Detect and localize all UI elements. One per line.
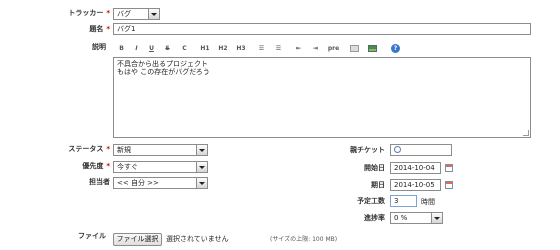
image-button[interactable] xyxy=(368,45,377,52)
heading3-button[interactable]: H3 xyxy=(235,44,247,54)
assignee-label: 担当者 xyxy=(89,178,110,186)
done-ratio-select[interactable]: 0 % xyxy=(390,212,443,224)
heading1-button[interactable]: H1 xyxy=(199,44,211,54)
unordered-list-button[interactable]: ☰ xyxy=(257,44,266,54)
done-ratio-value: 0 % xyxy=(394,214,408,222)
outdent-button[interactable]: ⇤ xyxy=(294,44,303,54)
chevron-down-icon xyxy=(196,162,207,172)
choose-file-button[interactable]: ファイル選択 xyxy=(113,233,162,246)
parent-ticket-label: 親チケット xyxy=(350,146,385,154)
search-icon xyxy=(394,146,401,153)
priority-label: 優先度 * xyxy=(82,162,110,170)
tracker-value: バグ xyxy=(117,10,131,18)
due-date-label: 期日 xyxy=(371,181,385,189)
priority-select[interactable]: 今すぐ xyxy=(113,161,208,173)
indent-button[interactable]: ⇥ xyxy=(311,44,320,54)
resize-handle[interactable] xyxy=(523,130,529,136)
status-select[interactable]: 新規 xyxy=(113,144,208,156)
description-label: 説明 xyxy=(92,43,106,51)
done-ratio-label: 進捗率 xyxy=(364,214,385,222)
chevron-down-icon xyxy=(196,145,207,155)
due-date-input[interactable]: 2014-10-05 xyxy=(390,179,441,191)
priority-value: 今すぐ xyxy=(117,163,138,171)
file-max-size: (サイズの上限: 100 MB) xyxy=(270,236,338,243)
calendar-icon[interactable] xyxy=(445,181,453,189)
estimated-time-input[interactable]: 3 xyxy=(390,195,417,207)
start-date-label: 開始日 xyxy=(364,164,385,172)
file-status: 選択されていません xyxy=(166,235,229,243)
estimated-time-unit: 時間 xyxy=(421,198,435,206)
chevron-down-icon xyxy=(431,213,442,223)
underline-button[interactable]: U xyxy=(147,44,156,54)
italic-button[interactable]: I xyxy=(132,44,141,54)
help-button[interactable]: ? xyxy=(391,44,400,53)
status-label: ステータス * xyxy=(68,145,110,153)
assignee-select[interactable]: << 自分 >> xyxy=(113,177,208,189)
heading2-button[interactable]: H2 xyxy=(217,44,229,54)
subject-label: 題名 * xyxy=(89,25,110,33)
parent-ticket-input[interactable] xyxy=(390,144,452,156)
tracker-select[interactable]: バグ xyxy=(113,8,160,20)
description-text: 不具合から出るプロジェクト もはや この存在がバグだろう xyxy=(117,60,210,76)
bold-button[interactable]: B xyxy=(117,44,126,54)
subject-input[interactable]: バグ1 xyxy=(113,23,531,35)
ordered-list-button[interactable]: ☰ xyxy=(274,44,283,54)
chevron-down-icon xyxy=(196,178,207,188)
assignee-value: << 自分 >> xyxy=(117,179,159,187)
status-value: 新規 xyxy=(117,146,131,154)
link-button[interactable] xyxy=(350,45,359,52)
calendar-icon[interactable] xyxy=(445,164,453,172)
file-label: ファイル xyxy=(78,232,106,240)
estimated-time-label: 予定工数 xyxy=(357,197,385,205)
strike-button[interactable]: S xyxy=(163,44,172,54)
preformatted-button[interactable]: pre xyxy=(327,44,340,54)
code-button[interactable]: C xyxy=(180,44,189,54)
description-textarea[interactable]: 不具合から出るプロジェクト もはや この存在がバグだろう xyxy=(113,57,531,138)
start-date-input[interactable]: 2014-10-04 xyxy=(390,162,441,174)
tracker-label: トラッカー * xyxy=(68,9,110,17)
chevron-down-icon xyxy=(148,9,159,19)
